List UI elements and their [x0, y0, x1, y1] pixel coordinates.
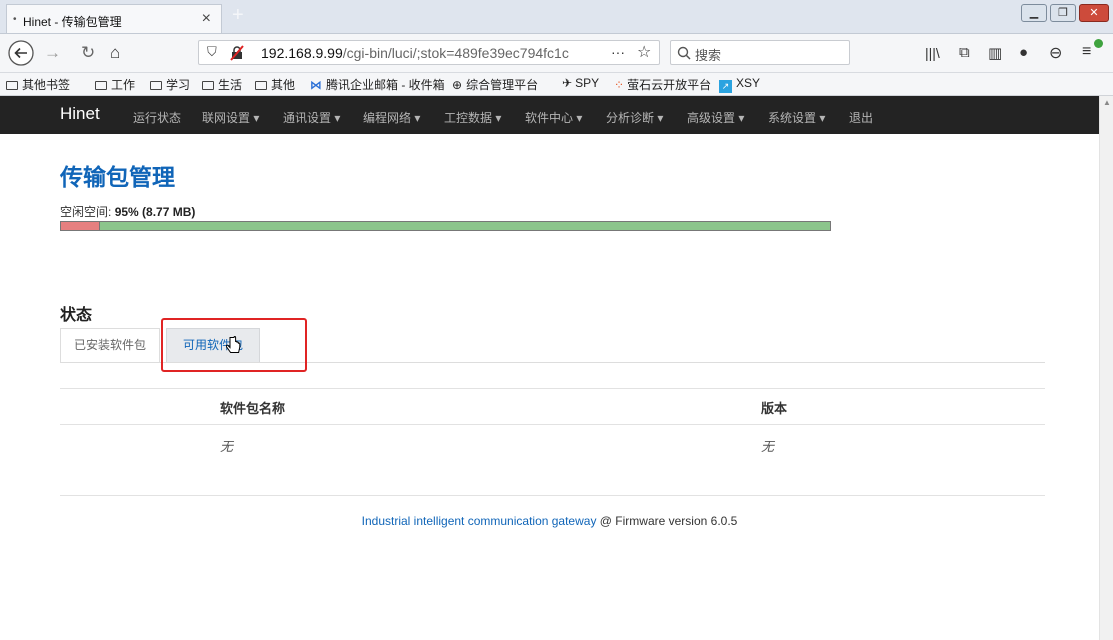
plane-icon: ✈ — [562, 76, 573, 90]
library-icon[interactable]: |||\ — [925, 45, 940, 61]
table-cell-package-name: 无 — [220, 439, 234, 454]
search-placeholder: 搜索 — [695, 48, 722, 63]
page-title: 传输包管理 — [60, 164, 175, 190]
update-badge-icon — [1094, 39, 1103, 48]
window-close-button[interactable]: ✕ — [1079, 4, 1109, 22]
bookmark-folder-work[interactable]: 工作 — [95, 76, 135, 93]
url-path: /cgi-bin/luci/;stok=489fe39ec794fc1c — [342, 45, 569, 61]
bookmark-label: 生活 — [218, 78, 243, 92]
tab-installed-packages[interactable]: 已安装软件包 — [60, 328, 160, 362]
bookmark-label: 综合管理平台 — [466, 78, 539, 92]
bookmark-spy[interactable]: ✈ SPY — [562, 76, 599, 90]
status-section-title: 状态 — [60, 307, 93, 324]
menu-item-network[interactable]: 联网设置 ▾ — [202, 109, 259, 126]
menu-item-communication[interactable]: 通讯设置 ▾ — [283, 109, 340, 126]
menu-item-advanced[interactable]: 高级设置 ▾ — [687, 109, 744, 126]
bookmark-label: 其他书签 — [22, 78, 71, 92]
bookmark-label: 工作 — [111, 78, 136, 92]
page-actions-icon[interactable]: ··· — [611, 44, 625, 60]
table-top-border — [60, 388, 1045, 389]
hand-cursor-icon — [226, 336, 241, 353]
storage-used-fill — [61, 222, 100, 230]
bookmark-label: XSY — [736, 76, 761, 90]
tab-dot-icon: • — [13, 14, 17, 25]
bookmark-label: 腾讯企业邮箱 - 收件箱 — [326, 78, 445, 92]
account-icon[interactable]: ⊖ — [1049, 43, 1062, 63]
bookmark-management-platform[interactable]: ⊕ 综合管理平台 — [452, 76, 538, 93]
globe-icon: ⊕ — [452, 78, 463, 92]
url-host: 192.168.9.99 — [261, 45, 343, 61]
free-space-label: 空闲空间: — [60, 205, 112, 219]
free-space-text: 空闲空间: 95% (8.77 MB) — [60, 203, 195, 220]
menu-item-system[interactable]: 系统设置 ▾ — [768, 109, 825, 126]
folder-icon — [202, 81, 214, 90]
restore-button[interactable]: ❐ — [1050, 4, 1076, 22]
footer-firmware-text: @ Firmware version 6.0.5 — [596, 514, 738, 528]
bookmark-label: SPY — [575, 76, 600, 90]
column-header-version: 版本 — [761, 401, 788, 416]
footer: Industrial intelligent communication gat… — [0, 514, 1099, 528]
column-header-package-name: 软件包名称 — [220, 401, 286, 416]
tab-close-icon[interactable]: × — [202, 10, 211, 28]
free-space-value: 95% (8.77 MB) — [114, 205, 196, 219]
folder-icon — [6, 81, 18, 90]
folder-icon — [255, 81, 267, 90]
menu-item-industrial-data[interactable]: 工控数据 ▾ — [444, 109, 501, 126]
scroll-up-icon[interactable]: ▲ — [1103, 98, 1111, 107]
brand-logo[interactable]: Hinet — [60, 104, 100, 124]
xsy-icon: ↗ — [719, 80, 732, 93]
bookmark-folder-misc[interactable]: 其他 — [255, 76, 295, 93]
back-icon[interactable] — [8, 40, 34, 66]
url-text[interactable]: 192.168.9.99/cgi-bin/luci/;stok=489fe39e… — [261, 45, 569, 61]
page-scrollbar[interactable]: ▲ — [1099, 96, 1113, 640]
chat-icon[interactable]: ● — [1019, 44, 1028, 61]
footer-link[interactable]: Industrial intelligent communication gat… — [362, 514, 597, 528]
screenshot-icon[interactable]: ⧉ — [959, 44, 970, 61]
bookmark-tencent-mail[interactable]: ⋈ 腾讯企业邮箱 - 收件箱 — [310, 76, 445, 93]
table-bottom-border — [60, 495, 1045, 496]
url-bar[interactable]: ⛉ 192.168.9.99/cgi-bin/luci/;stok=489fe3… — [198, 40, 660, 65]
page-content: Hinet 运行状态 联网设置 ▾ 通讯设置 ▾ 编程网络 ▾ 工控数据 ▾ 软… — [0, 96, 1099, 640]
bookmark-label: 其他 — [271, 78, 296, 92]
bookmark-ezviz[interactable]: ⁘ 萤石云开放平台 — [614, 76, 711, 93]
bookmark-xsy[interactable]: ↗ XSY — [719, 76, 760, 93]
menu-item-status[interactable]: 运行状态 — [133, 109, 181, 126]
new-tab-icon[interactable]: + — [232, 4, 244, 27]
table-cell-version: 无 — [761, 439, 775, 454]
bookmark-folder-study[interactable]: 学习 — [150, 76, 190, 93]
app-navbar: Hinet 运行状态 联网设置 ▾ 通讯设置 ▾ 编程网络 ▾ 工控数据 ▾ 软… — [0, 96, 1099, 134]
folder-icon — [150, 81, 162, 90]
reader-view-icon[interactable]: ▥ — [988, 44, 1002, 62]
reload-icon[interactable]: ↻ — [81, 43, 95, 63]
browser-nav-bar: → ↻ ⌂ ⛉ 192.168.9.99/cgi-bin/luci/;stok=… — [0, 34, 1113, 73]
search-icon — [677, 46, 691, 60]
search-field[interactable]: 搜索 — [670, 40, 850, 65]
bookmark-star-icon[interactable]: ☆ — [637, 42, 651, 62]
menu-item-logout[interactable]: 退出 — [849, 109, 873, 126]
menu-item-software-center[interactable]: 软件中心 ▾ — [525, 109, 582, 126]
menu-item-programming-network[interactable]: 编程网络 ▾ — [363, 109, 420, 126]
minimize-button[interactable]: ▁ — [1021, 4, 1047, 22]
browser-tab[interactable]: • Hinet - 传输包管理 × — [6, 4, 222, 33]
mail-icon: ⋈ — [310, 78, 322, 92]
bookmark-label: 学习 — [166, 78, 191, 92]
shield-icon[interactable]: ⛉ — [207, 44, 217, 60]
menu-icon[interactable]: ≡ — [1082, 43, 1091, 61]
bookmarks-bar: 其他书签 工作 学习 生活 其他 ⋈ 腾讯企业邮箱 - 收件箱 ⊕ 综合管理平台 ✈… — [0, 73, 1113, 96]
dots-icon: ⁘ — [614, 78, 625, 92]
storage-free-fill — [99, 222, 830, 230]
browser-tab-bar: • Hinet - 传输包管理 × + ▁ ❐ ✕ — [0, 0, 1113, 34]
home-icon[interactable]: ⌂ — [110, 43, 120, 63]
folder-icon — [95, 81, 107, 90]
bookmark-folder-other[interactable]: 其他书签 — [6, 76, 70, 93]
storage-bar — [60, 221, 831, 231]
forward-icon[interactable]: → — [44, 43, 61, 63]
tab-title: Hinet - 传输包管理 — [23, 15, 122, 29]
bookmark-label: 萤石云开放平台 — [627, 78, 712, 92]
table-header-border — [60, 424, 1045, 425]
insecure-lock-icon[interactable] — [229, 45, 245, 61]
menu-item-diagnostics[interactable]: 分析诊断 ▾ — [606, 109, 663, 126]
bookmark-folder-life[interactable]: 生活 — [202, 76, 242, 93]
